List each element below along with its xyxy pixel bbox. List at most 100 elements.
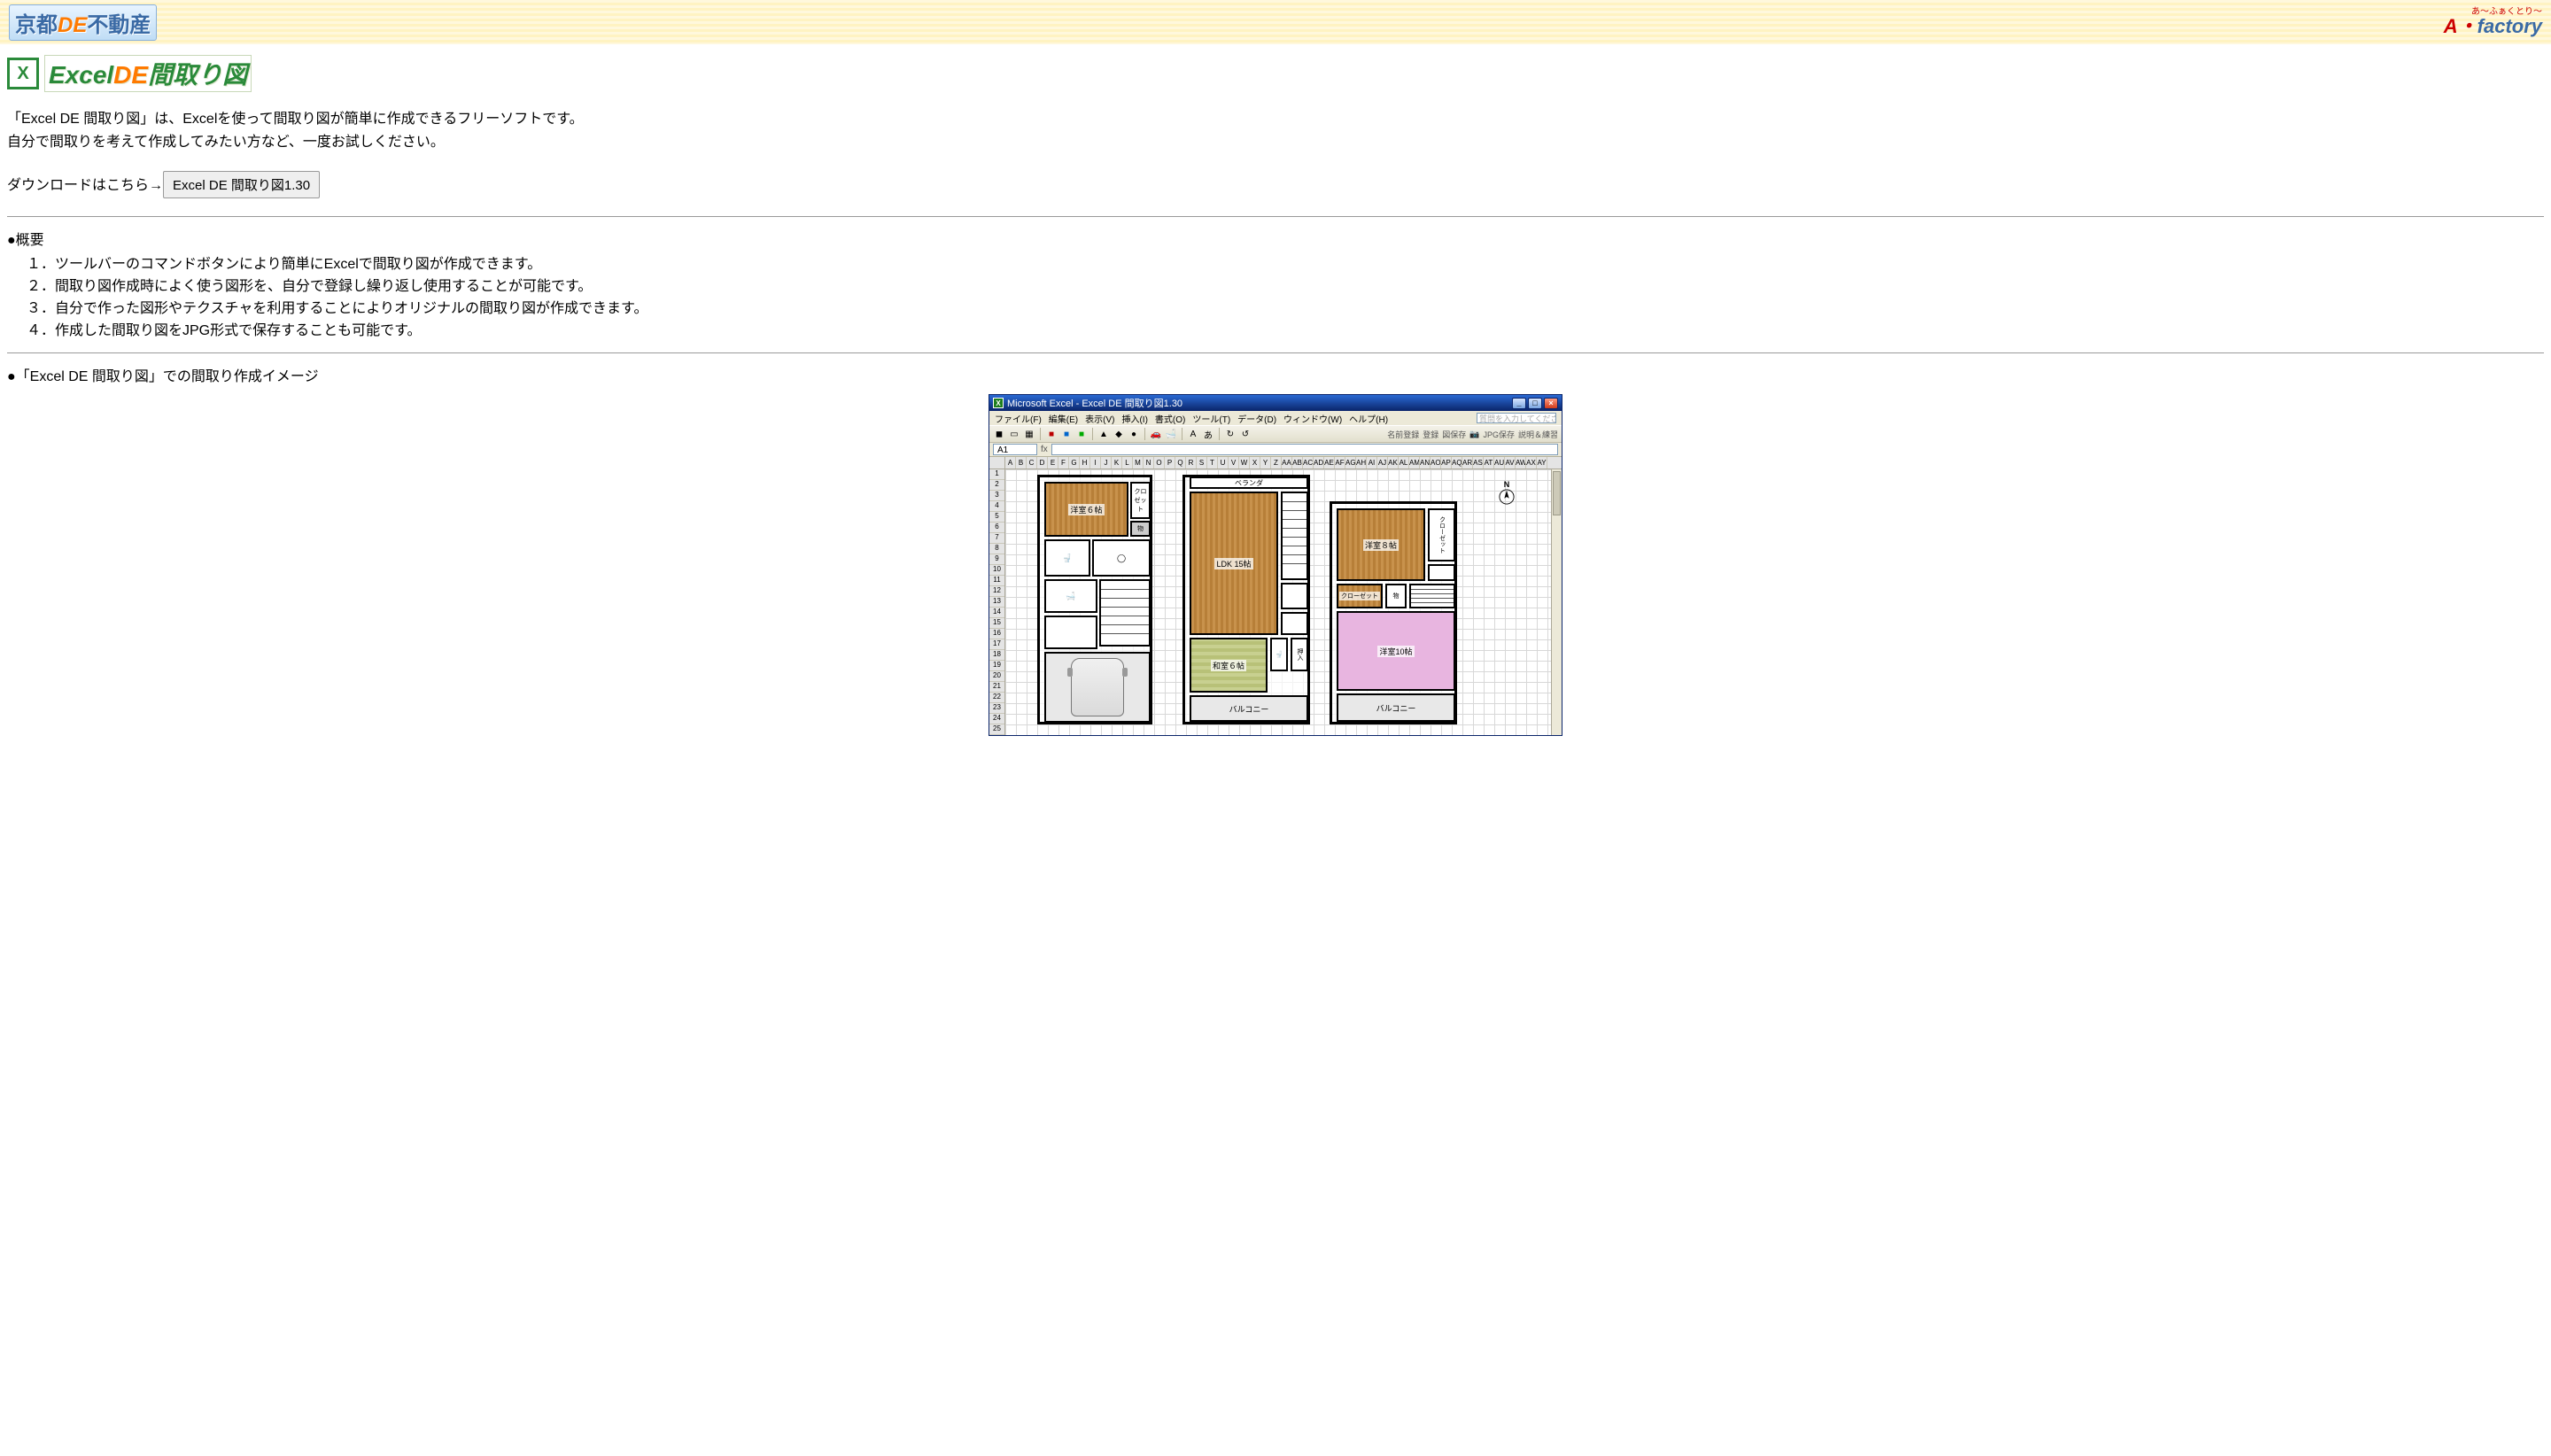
download-label: ダウンロードはこちら→ [7, 178, 163, 193]
room-closet: クローゼット [1428, 508, 1455, 561]
separator [7, 216, 2544, 217]
room-closet [1281, 612, 1308, 635]
intro-text: 「Excel DE 間取り図」は、Excelを使って間取り図が簡単に作成できるフ… [7, 108, 2544, 153]
floorplan-canvas[interactable]: N 洋室６帖 クロゼット 物 🚽 ◯ 🛁 [1005, 469, 1562, 735]
page-title-text: ExcelDE間取り図 [44, 55, 252, 92]
logo-de: DE [58, 13, 87, 37]
excel-app-icon: X [993, 398, 1004, 408]
toolbar-icon[interactable]: 🚗 [1150, 428, 1162, 440]
car-icon [1071, 658, 1124, 716]
room-washroom: ◯ [1092, 539, 1151, 577]
room-toilet: 🚽 [1270, 638, 1288, 671]
formula-input[interactable] [1051, 444, 1558, 455]
company-logo[interactable]: あ～ふぁくとり～ A・factory [2444, 8, 2542, 36]
menu-item[interactable]: ツール(T) [1192, 412, 1230, 425]
menu-item[interactable]: 編集(E) [1049, 412, 1078, 425]
logo-part1: 京都 [15, 13, 58, 37]
site-logo[interactable]: 京都DE不動産 [9, 4, 157, 41]
room-balcony: バルコニー [1190, 695, 1308, 722]
maximize-button[interactable]: □ [1528, 398, 1542, 409]
room-hall [1044, 616, 1097, 649]
room-toilet: 🚽 [1044, 539, 1090, 577]
formula-bar: A1 fx [989, 443, 1562, 457]
menu-item[interactable]: ウィンドウ(W) [1283, 412, 1342, 425]
room-stair [1409, 584, 1455, 608]
toolbar-icon[interactable]: ■ [1060, 428, 1073, 440]
separator [7, 352, 2544, 353]
room: 洋室８帖 [1337, 508, 1425, 581]
column-headers: ABCDEFGHIJKLMNOPQRSTUVWXYZAAABACADAEAFAG… [989, 457, 1562, 469]
excel-icon: X [7, 58, 39, 89]
menu-item[interactable]: 表示(V) [1085, 412, 1114, 425]
menu-item[interactable]: 挿入(I) [1121, 412, 1147, 425]
room-stair [1099, 579, 1151, 647]
room-stair [1281, 492, 1308, 580]
fx-label: fx [1041, 445, 1048, 454]
overview-item: ４．作成した間取り図をJPG形式で保存することも可能です。 [27, 321, 2544, 343]
room-bath: 🛁 [1044, 579, 1097, 613]
intro-line2: 自分で間取りを考えて作成してみたい方など、一度お試しください。 [7, 131, 2544, 154]
room-closet: クローゼット [1337, 584, 1383, 608]
sample-image-heading: ●「Excel DE 間取り図」での間取り作成イメージ [7, 364, 2544, 385]
row-headers: 1234567891011121314151617181920212223242… [989, 469, 1005, 735]
room-japanese: 和室６帖 [1190, 638, 1268, 693]
toolbar-text-button[interactable]: 図保存 [1442, 429, 1466, 440]
toolbar-icon[interactable]: ↻ [1224, 428, 1237, 440]
menu-item[interactable]: ヘルプ(H) [1349, 412, 1388, 425]
screenshot-sample: X Microsoft Excel - Excel DE 間取り図1.30 _ … [989, 394, 1562, 736]
window-titlebar: X Microsoft Excel - Excel DE 間取り図1.30 _ … [989, 395, 1562, 411]
company-name: A・factory [2444, 17, 2542, 36]
menu-item[interactable]: 書式(O) [1155, 412, 1185, 425]
room-oshiire: 押入 [1291, 638, 1308, 671]
room-balcony: バルコニー [1337, 693, 1455, 722]
floorplan-building-2: ベランダ LDK 15帖 和室６帖 🚽 押入 バルコニー [1182, 475, 1310, 724]
header-banner: 京都DE不動産 あ～ふぁくとり～ A・factory [0, 0, 2551, 44]
room-storage: 物 [1385, 584, 1407, 608]
toolbar-text-button[interactable]: 登録 [1423, 429, 1438, 440]
room-veranda: ベランダ [1190, 476, 1308, 489]
overview-item: １．ツールバーのコマンドボタンにより簡単にExcelで間取り図が作成できます。 [27, 254, 2544, 276]
download-row: ダウンロードはこちら→Excel DE 間取り図1.30 [7, 171, 2544, 198]
room: 洋室10帖 [1337, 611, 1455, 691]
toolbar-icon[interactable]: 🛁 [1165, 428, 1177, 440]
minimize-button[interactable]: _ [1512, 398, 1526, 409]
logo-part2: 不動産 [87, 13, 151, 37]
room-closet: クロゼット [1130, 482, 1151, 519]
room: 洋室６帖 [1044, 482, 1128, 537]
floorplan-building-1: 洋室６帖 クロゼット 物 🚽 ◯ 🛁 [1037, 475, 1152, 724]
toolbar-icon[interactable]: ◆ [1113, 428, 1125, 440]
toolbar-icon[interactable]: ▭ [1008, 428, 1020, 440]
floorplan-building-3: 洋室８帖 クローゼット クローゼット 物 洋室10帖 バルコニー [1330, 501, 1457, 724]
close-button[interactable]: × [1544, 398, 1558, 409]
toolbar-icon[interactable]: A [1187, 428, 1199, 440]
room-garage [1044, 652, 1151, 723]
toolbar-icon[interactable]: ■ [1045, 428, 1058, 440]
overview-item: ３．自分で作った図形やテクスチャを利用することによりオリジナルの間取り図が作成で… [27, 298, 2544, 321]
toolbar-icon[interactable]: ▦ [1023, 428, 1035, 440]
toolbar-icon[interactable]: ● [1128, 428, 1140, 440]
toolbar: ◼ ▭ ▦ ■ ■ ■ ▲ ◆ ● 🚗 🛁 A あ ↻ ↺ [989, 425, 1562, 443]
room-hall [1428, 564, 1455, 581]
toolbar-icon[interactable]: ■ [1075, 428, 1088, 440]
toolbar-text-button[interactable]: 名前登録 [1387, 429, 1419, 440]
toolbar-icon[interactable]: あ [1202, 428, 1214, 440]
menu-item[interactable]: データ(D) [1237, 412, 1276, 425]
download-button[interactable]: Excel DE 間取り図1.30 [163, 171, 320, 198]
help-search-box[interactable]: 質問を入力してください [1477, 413, 1556, 423]
overview-item: ２．間取り図作成時によく使う図形を、自分で登録し繰り返し使用することが可能です。 [27, 276, 2544, 298]
toolbar-text-button[interactable]: JPG保存 [1483, 429, 1515, 440]
toolbar-text-button[interactable]: 説明＆練習 [1518, 429, 1558, 440]
room-ldk: LDK 15帖 [1190, 492, 1278, 635]
overview-list: １．ツールバーのコマンドボタンにより簡単にExcelで間取り図が作成できます。 … [27, 254, 2544, 342]
toolbar-icon[interactable]: ▲ [1097, 428, 1110, 440]
room-closet [1281, 583, 1308, 609]
compass-icon: N [1494, 480, 1519, 505]
vertical-scrollbar[interactable] [1551, 469, 1562, 735]
menu-item[interactable]: ファイル(F) [995, 412, 1042, 425]
toolbar-icon[interactable]: ↺ [1239, 428, 1252, 440]
spreadsheet-grid: ABCDEFGHIJKLMNOPQRSTUVWXYZAAABACADAEAFAG… [989, 457, 1562, 735]
name-box[interactable]: A1 [993, 444, 1037, 455]
menubar: ファイル(F) 編集(E) 表示(V) 挿入(I) 書式(O) ツール(T) デ… [989, 411, 1562, 425]
window-title: Microsoft Excel - Excel DE 間取り図1.30 [1007, 396, 1182, 410]
toolbar-icon[interactable]: ◼ [993, 428, 1005, 440]
